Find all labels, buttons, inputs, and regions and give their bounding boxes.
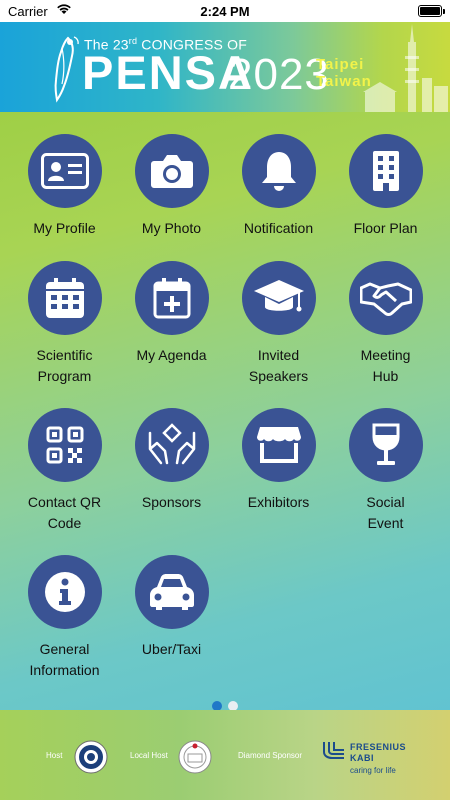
sponsors-button[interactable] bbox=[134, 408, 209, 482]
invited-speakers-tile[interactable]: Invited Speakers bbox=[225, 261, 332, 387]
diamond-sponsor-label: Diamond Sponsor bbox=[238, 751, 303, 760]
sponsors-tile[interactable]: Sponsors bbox=[118, 408, 225, 513]
handshake-icon bbox=[359, 282, 412, 316]
id-card-icon bbox=[40, 153, 89, 189]
my-photo-label: My Photo bbox=[141, 220, 202, 236]
meeting-hub-tile[interactable]: Meeting Hub bbox=[332, 261, 439, 387]
my-agenda-label: My Agenda bbox=[136, 347, 207, 363]
sponsor-name: FRESENIUS KABI bbox=[350, 742, 407, 763]
scientific-program-button[interactable] bbox=[27, 261, 102, 335]
my-profile-button[interactable] bbox=[27, 134, 102, 208]
congress-year: 2023 bbox=[228, 50, 330, 99]
my-profile-label: My Profile bbox=[33, 220, 96, 236]
uber-taxi-button[interactable] bbox=[134, 555, 209, 629]
floor-plan-label: Floor Plan bbox=[353, 220, 418, 236]
floor-plan-tile[interactable]: Floor Plan bbox=[332, 134, 439, 239]
invited-speakers-button[interactable] bbox=[241, 261, 316, 335]
hands-diamond-icon bbox=[148, 423, 195, 465]
local-host-seal-icon bbox=[178, 740, 212, 774]
notification-tile[interactable]: Notification bbox=[225, 134, 332, 239]
sponsors-label: Sponsors bbox=[141, 494, 202, 510]
my-agenda-button[interactable] bbox=[134, 261, 209, 335]
my-profile-tile[interactable]: My Profile bbox=[11, 134, 118, 239]
congress-banner: The 23rd CONGRESS OF PENSA 2023 Taipei T… bbox=[0, 22, 450, 112]
exhibitors-button[interactable] bbox=[241, 408, 316, 482]
meeting-hub-button[interactable] bbox=[348, 261, 423, 335]
fresenius-logo-icon bbox=[323, 742, 344, 759]
exhibitors-label: Exhibitors bbox=[247, 494, 310, 510]
battery-icon bbox=[418, 5, 445, 17]
floor-plan-button[interactable] bbox=[348, 134, 423, 208]
car-icon bbox=[149, 574, 194, 610]
general-information-tile[interactable]: General Information bbox=[11, 555, 118, 681]
scientific-program-label: Scientific Program bbox=[36, 347, 93, 384]
calendar-grid-icon bbox=[45, 278, 84, 318]
notification-button[interactable] bbox=[241, 134, 316, 208]
menu-grid: My Profile My Photo Notification Floor P… bbox=[0, 112, 450, 711]
calendar-add-icon bbox=[153, 278, 190, 319]
scientific-program-tile[interactable]: Scientific Program bbox=[11, 261, 118, 387]
clock: 2:24 PM bbox=[200, 4, 250, 19]
invited-speakers-label: Invited Speakers bbox=[248, 347, 309, 384]
meeting-hub-label: Meeting Hub bbox=[360, 347, 411, 384]
my-photo-button[interactable] bbox=[134, 134, 209, 208]
contact-qr-label: Contact QR Code bbox=[27, 494, 102, 531]
social-event-label: Social Event bbox=[366, 494, 405, 531]
taiwan-logo-icon bbox=[54, 36, 79, 103]
qr-code-icon bbox=[46, 426, 83, 464]
social-event-tile[interactable]: Social Event bbox=[332, 408, 439, 534]
contact-qr-button[interactable] bbox=[27, 408, 102, 482]
notification-label: Notification bbox=[243, 220, 314, 236]
storefront-icon bbox=[256, 427, 301, 463]
host-seal-icon bbox=[74, 740, 108, 774]
camera-icon bbox=[150, 155, 193, 188]
general-information-label: General Information bbox=[29, 641, 100, 678]
sponsor-footer: Host Local Host Diamond Sponsor FRESENIU… bbox=[0, 710, 450, 800]
info-icon bbox=[44, 572, 85, 612]
general-information-button[interactable] bbox=[27, 555, 102, 629]
host-label: Host bbox=[46, 751, 63, 760]
exhibitors-tile[interactable]: Exhibitors bbox=[225, 408, 332, 513]
uber-taxi-tile[interactable]: Uber/Taxi bbox=[118, 555, 225, 660]
taipei-skyline-icon bbox=[363, 24, 448, 112]
social-event-button[interactable] bbox=[348, 408, 423, 482]
uber-taxi-label: Uber/Taxi bbox=[141, 641, 202, 657]
wine-glass-icon bbox=[372, 423, 399, 465]
local-host-label: Local Host bbox=[130, 751, 168, 760]
my-agenda-tile[interactable]: My Agenda bbox=[118, 261, 225, 366]
contact-qr-tile[interactable]: Contact QR Code bbox=[11, 408, 118, 534]
sponsor-tagline: caring for life bbox=[350, 766, 396, 775]
graduation-cap-icon bbox=[253, 280, 304, 312]
bell-icon bbox=[261, 152, 296, 191]
status-bar: Carrier 2:24 PM bbox=[0, 0, 450, 22]
my-photo-tile[interactable]: My Photo bbox=[118, 134, 225, 239]
building-icon bbox=[372, 151, 399, 191]
